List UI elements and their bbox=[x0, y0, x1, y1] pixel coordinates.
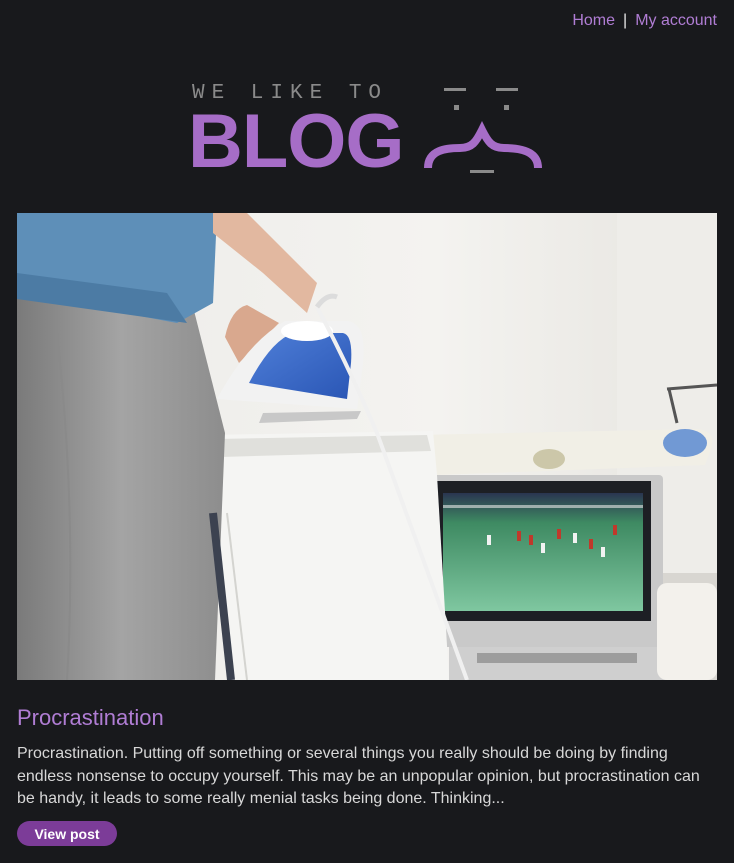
face-icon bbox=[424, 88, 542, 173]
view-post-button[interactable]: View post bbox=[17, 821, 117, 846]
post-image[interactable] bbox=[17, 213, 717, 680]
site-logo[interactable]: WE LIKE TO BLOG bbox=[188, 82, 548, 182]
home-link[interactable]: Home bbox=[572, 12, 615, 29]
page: Home | My account WE LIKE TO BLOG Procra… bbox=[0, 0, 734, 863]
ironing-photo bbox=[17, 213, 717, 680]
post-title[interactable]: Procrastination bbox=[17, 705, 164, 731]
nav-separator: | bbox=[623, 12, 628, 29]
my-account-link[interactable]: My account bbox=[635, 12, 717, 29]
logo-wordmark: BLOG bbox=[188, 99, 405, 184]
top-nav: Home | My account bbox=[572, 12, 717, 30]
post-excerpt: Procrastination. Putting off something o… bbox=[17, 745, 700, 807]
